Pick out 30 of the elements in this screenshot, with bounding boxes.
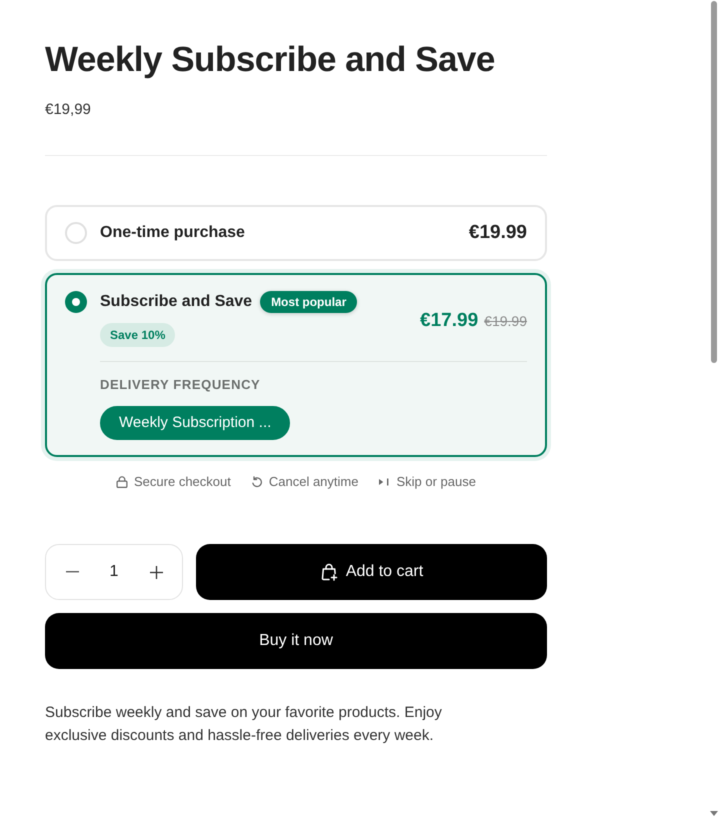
compare-at-price: €19.99 [484, 312, 527, 330]
scroll-down-arrow-icon[interactable] [710, 811, 718, 816]
trust-label: Skip or pause [396, 473, 476, 491]
quantity-value[interactable]: 1 [93, 562, 135, 582]
product-description: Subscribe weekly and save on your favorite products. Enjoy exclusive discounts and hassle-free deliveries every week. [45, 703, 443, 746]
option-price: €19.99 [468, 222, 527, 244]
frequency-option[interactable]: Weekly Subscription ... [100, 406, 290, 440]
scrollbar-thumb[interactable] [711, 1, 717, 363]
radio-button[interactable] [65, 291, 87, 313]
lock-icon [116, 476, 128, 488]
option-price: €17.99 [420, 310, 478, 332]
radio-button[interactable] [65, 222, 87, 244]
skip-icon [378, 477, 390, 487]
plus-icon [150, 566, 162, 578]
product-price: €19,99 [45, 100, 92, 120]
bag-plus-icon [320, 563, 338, 581]
product-title: Weekly Subscribe and Save [45, 39, 496, 81]
option-label: One-time purchase [100, 223, 245, 243]
buy-now-button[interactable]: Buy it now [45, 613, 547, 669]
option-label: Subscribe and Save [100, 292, 252, 312]
frequency-label: DELIVERY FREQUENCY [100, 377, 262, 393]
trust-label: Cancel anytime [268, 473, 358, 491]
minus-icon [66, 571, 78, 573]
purchase-option-card[interactable]: One-time purchase €19.99 [45, 205, 547, 261]
trust-label: Secure checkout [134, 473, 231, 491]
rotate-arrow-icon [250, 476, 263, 488]
purchase-option-card[interactable]: Subscribe and Save Most popular Save 10% €17.99 €19.99 DELIVERY FREQUENCY Weekly Subscription ... [45, 273, 547, 457]
popular-badge: Most popular [260, 291, 358, 313]
add-to-cart-button[interactable]: Add to cart [196, 544, 547, 600]
savings-tag: Save 10% [100, 323, 176, 347]
